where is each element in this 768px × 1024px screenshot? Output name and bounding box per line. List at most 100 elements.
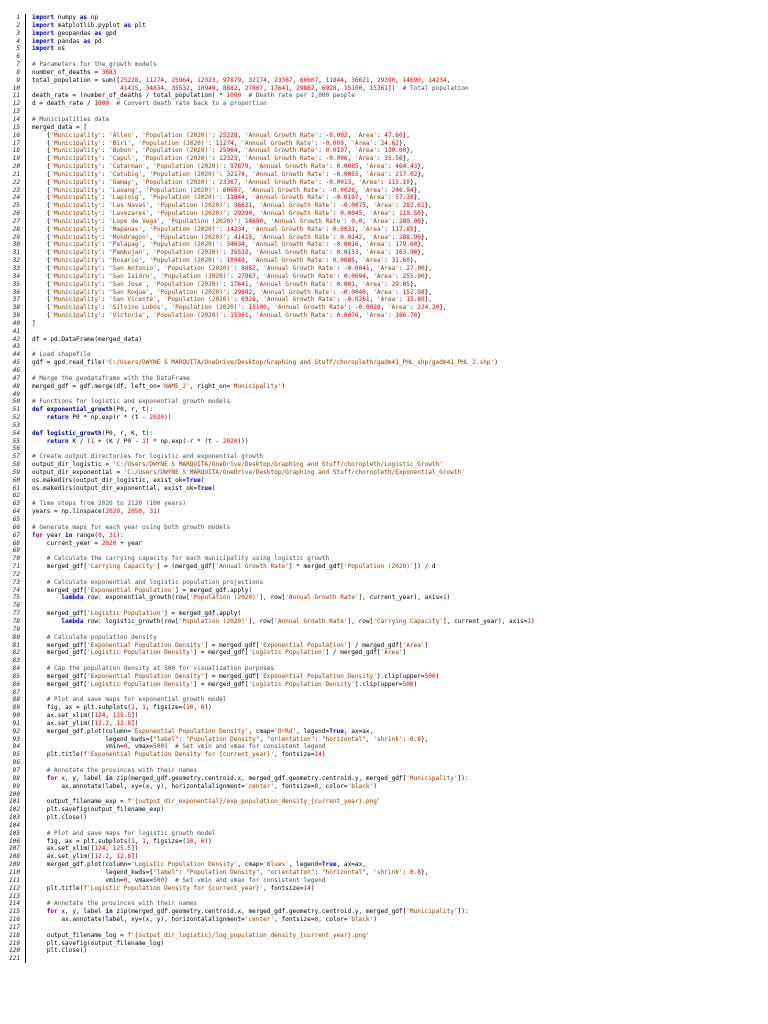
gutter-divider [25,272,26,281]
code-line: 90 ax.set_xlim([124, 125.5]) [0,712,768,720]
code-line: 9 total_population = sum([25228, 11274, 2… [0,76,768,85]
gutter-divider [25,955,26,964]
code-line: 75 lambda row: exponential_growth(row['P… [0,594,768,603]
code-text: # Load shapefile [32,351,91,359]
code-text: {'Municipality': 'Mondragon', 'Populatio… [32,233,429,241]
code-line: 67 for year in range(0, 31): [0,531,768,540]
gutter-divider [25,429,26,438]
gutter-divider [25,492,26,501]
code-text: # Time steps from 2020 to 2120 (100 year… [32,500,187,508]
gutter-divider [25,680,26,689]
line-number: 60 [12,476,20,484]
gutter-divider [25,657,26,666]
gutter-divider [25,453,26,462]
code-text: {'Municipality': 'San Roque', 'Populatio… [32,288,432,296]
gutter-divider [25,257,26,265]
line-number: 21 [12,170,20,178]
code-line: 12 d = death_rate / 1000 # Convert death … [0,100,768,109]
line-number: 1 [16,14,20,21]
gutter-divider [25,751,26,760]
line-number: 68 [12,539,20,547]
gutter-divider [25,484,26,493]
code-text: merged_gdf['Exponential Population'] = m… [32,586,253,594]
line-number: 64 [12,508,20,516]
code-line: 65 [0,516,768,524]
gutter-divider [25,296,26,305]
code-text: {'Municipality': 'Palapag', 'Population … [32,241,425,249]
line-number: 3 [16,29,20,37]
code-text: plt.close() [32,814,88,822]
code-text: ] [32,319,36,327]
line-number: 39 [12,312,20,320]
line-number: 28 [12,225,20,233]
code-line: 21 {'Municipality': 'Catubig', 'Populati… [0,170,768,179]
code-line: 104 [0,821,768,830]
code-line: 114 # Annotate the provinces with their … [0,900,768,909]
gutter-divider [25,476,26,485]
line-number: 80 [12,633,20,641]
code-text: # Calculate population density [46,633,157,641]
gutter-divider [25,884,26,893]
gutter-divider [25,155,26,164]
code-line: 98 for x, y, label in zip(merged_gdf.geo… [0,774,768,783]
line-number: 67 [12,531,20,539]
gutter-divider [25,233,26,242]
line-number: 77 [12,610,20,618]
code-line: 115 for x, y, label in zip(merged_gdf.ge… [0,908,768,917]
line-number: 56 [12,445,20,453]
code-line: 4 import pandas as pd [0,37,768,46]
line-number: 93 [12,735,20,743]
line-number: 7 [16,61,20,69]
code-line: 121 [0,955,768,964]
line-number: 88 [12,696,20,704]
code-text: plt.title(f'Logistic Population Density … [32,884,315,892]
code-text: merged_gdf['Carrying Capacity'] = (merge… [32,563,436,571]
gutter-divider [25,304,26,313]
code-text: # Annotate the provinces with their name… [46,900,198,908]
code-text: # Plot and save maps for exponential gro… [46,696,227,704]
code-line: 42 df = pd.DataFrame(merged_data) [0,335,768,344]
line-number: 25 [12,202,20,210]
code-line: 119 plt.savefig(output_filename_log) [0,939,768,948]
line-number: 85 [12,672,20,680]
code-text: {'Municipality': 'Lavezares', 'Populatio… [32,210,429,218]
line-number: 120 [8,947,20,955]
gutter-divider [25,414,26,422]
gutter-divider [25,649,26,658]
gutter-divider [25,610,26,618]
code-text: # Annotate the provinces with their name… [46,767,198,774]
gutter-divider [25,563,26,571]
gutter-divider [25,421,26,430]
line-number: 76 [12,602,20,610]
gutter-divider [25,123,26,132]
line-number: 52 [12,414,20,422]
gutter-divider [25,931,26,940]
line-number: 18 [12,147,20,155]
line-number: 59 [12,468,20,476]
code-text: {'Municipality': 'Catarman', 'Population… [32,163,425,171]
line-number: 12 [12,100,20,108]
gutter-divider [25,547,26,556]
code-line: 43 [0,343,768,352]
line-number: 49 [12,390,20,398]
code-text: # Calculate exponential and logistic pop… [46,578,264,586]
gutter-divider [25,798,26,807]
code-line: 64 years = np.linspace(2020, 2050, 31) [0,508,768,516]
code-text: # Parameters for the growth models [32,61,157,69]
code-line: 72 [0,570,768,579]
code-line: 5 import os [0,45,768,54]
code-text: return P0 * np.exp(r * (t - 2020)) [46,414,172,422]
gutter-divider [25,712,26,720]
code-line: 108 ax.set_ylim([12.2, 12.8]) [0,853,768,862]
code-line: 82 merged_gdf['Logistic Population Densi… [0,649,768,658]
line-number: 34 [12,272,20,280]
line-number: 114 [8,900,20,908]
code-line: 80 # Calculate population density [0,633,768,642]
line-number: 44 [12,351,20,359]
line-number: 9 [16,76,20,84]
